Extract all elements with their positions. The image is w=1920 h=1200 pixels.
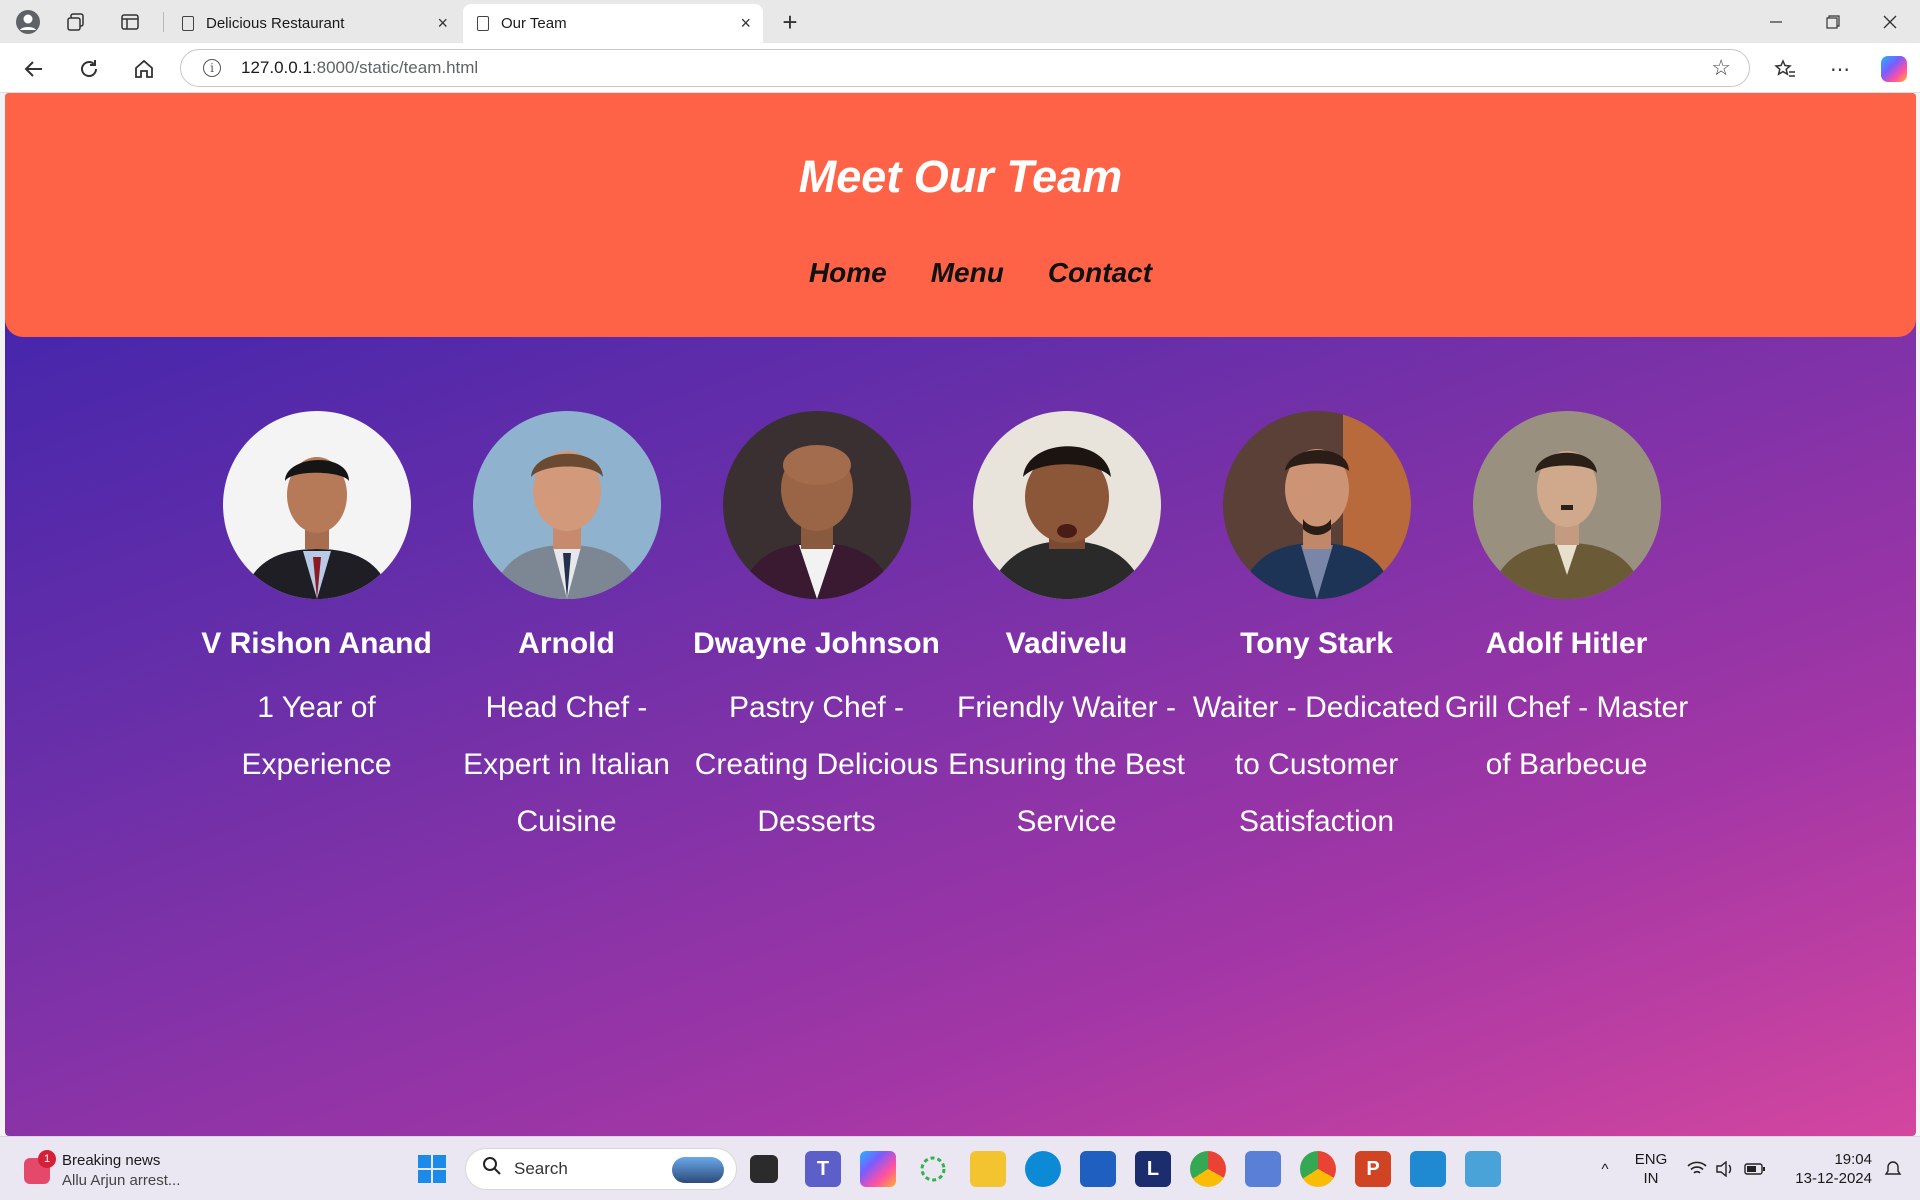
tab-actions-icon[interactable] [110,0,150,43]
tab-label: Our Team [501,15,567,32]
home-icon[interactable] [126,51,162,87]
tab-delicious-restaurant[interactable]: Delicious Restaurant × [168,4,460,43]
notifications-icon[interactable] [1878,1137,1908,1200]
copilot-app-icon[interactable] [860,1151,896,1187]
file-explorer-icon[interactable] [970,1151,1006,1187]
workspaces-icon[interactable] [56,0,96,43]
vscode-icon[interactable] [1410,1151,1446,1187]
page-viewport: Meet Our Team Home Menu Contact V Rishon… [5,93,1916,1136]
favorites-icon[interactable] [1765,51,1805,87]
avatar [222,411,411,599]
avatar [972,411,1161,599]
avatar [472,411,661,599]
loading-app-icon[interactable] [915,1151,951,1187]
news-icon: 1 [24,1150,56,1184]
l-app-icon[interactable]: L [1135,1151,1171,1187]
favorite-star-icon[interactable]: ☆ [1711,55,1731,81]
news-widget[interactable]: 1 Breaking news Allu Arjun arrest... [24,1150,181,1191]
site-header: Meet Our Team Home Menu Contact [5,93,1916,337]
store-icon[interactable] [1080,1151,1116,1187]
page-icon [182,16,194,31]
edge-icon[interactable] [1025,1151,1061,1187]
taskbar-search[interactable]: Search [465,1148,737,1190]
clock[interactable]: 19:04 13-12-2024 [1782,1137,1872,1200]
wifi-icon[interactable] [1684,1137,1710,1200]
new-tab-button[interactable]: + [775,4,805,40]
search-icon [482,1156,502,1182]
team-member-card: Tony Stark Waiter - Dedicated to Custome… [1192,411,1442,850]
powerpoint-icon[interactable]: P [1355,1151,1391,1187]
search-label: Search [514,1159,568,1178]
close-tab-icon[interactable]: × [740,13,751,34]
back-icon[interactable] [16,51,52,87]
minimize-button[interactable] [1748,0,1804,43]
member-name: Vadivelu [1005,627,1128,660]
page-icon [477,16,489,31]
member-name: Adolf Hitler [1485,627,1648,660]
tab-label: Delicious Restaurant [206,15,345,32]
site-info-icon[interactable]: i [203,59,221,77]
member-name: Arnold [518,627,615,660]
member-name: Dwayne Johnson [693,627,940,660]
member-role: Grill Chef - Master of Barbecue [1444,691,1689,781]
nav-link-home[interactable]: Home [809,257,887,289]
member-role: 1 Year of Experience [241,691,392,781]
address-toolbar: i 127.0.0.1:8000/static/team.html ☆ ⋯ [0,43,1920,93]
start-button[interactable] [418,1155,446,1183]
news-text: Breaking news Allu Arjun arrest... [62,1152,181,1189]
arc-app-icon[interactable] [1245,1151,1281,1187]
notepad-icon[interactable] [1465,1151,1501,1187]
avatar [722,411,911,599]
member-name: Tony Stark [1240,627,1393,660]
avatar [1222,411,1411,599]
copilot-icon[interactable] [1874,51,1914,87]
teams-icon[interactable]: T [805,1151,841,1187]
task-view-icon[interactable] [750,1155,778,1183]
browser-tab-bar: Delicious Restaurant × Our Team × + [0,0,1920,43]
taskbar: 1 Breaking news Allu Arjun arrest... Sea… [0,1136,1920,1200]
site-nav: Home Menu Contact [5,257,1916,289]
close-tab-icon[interactable]: × [437,13,448,34]
team-grid: V Rishon Anand 1 Year of Experience Arno… [5,411,1916,850]
nav-link-contact[interactable]: Contact [1048,257,1152,289]
battery-icon[interactable] [1742,1137,1768,1200]
member-role: Head Chef - Expert in Italian Cuisine [463,691,670,838]
show-hidden-icons[interactable]: ^ [1590,1137,1620,1200]
refresh-icon[interactable] [71,51,107,87]
chrome-profile-icon[interactable] [1300,1151,1336,1187]
address-bar[interactable]: i 127.0.0.1:8000/static/team.html ☆ [180,49,1750,87]
team-member-card: Arnold Head Chef - Expert in Italian Cui… [442,411,692,850]
team-member-card: Dwayne Johnson Pastry Chef - Creating De… [692,411,942,850]
chrome-icon[interactable] [1190,1151,1226,1187]
page-title: Meet Our Team [798,151,1123,202]
volume-icon[interactable] [1712,1137,1738,1200]
notification-badge: 1 [38,1150,56,1168]
team-member-card: V Rishon Anand 1 Year of Experience [192,411,442,850]
restore-button[interactable] [1805,0,1861,43]
tab-our-team[interactable]: Our Team × [463,4,763,43]
search-highlight-image [672,1157,724,1183]
close-window-button[interactable] [1862,0,1918,43]
avatar [1472,411,1661,599]
team-member-card: Vadivelu Friendly Waiter - Ensuring the … [942,411,1192,850]
tab-separator [163,12,164,32]
more-options-icon[interactable]: ⋯ [1820,51,1860,87]
url-text: 127.0.0.1:8000/static/team.html [241,58,479,77]
profile-icon[interactable] [8,0,48,43]
nav-link-menu[interactable]: Menu [931,257,1004,289]
team-member-card: Adolf Hitler Grill Chef - Master of Barb… [1442,411,1692,850]
member-name: V Rishon Anand [201,627,432,660]
member-role: Pastry Chef - Creating Delicious Dessert… [694,691,939,838]
member-role: Friendly Waiter - Ensuring the Best Serv… [948,691,1185,838]
member-role: Waiter - Dedicated to Customer Satisfact… [1192,691,1441,838]
language-indicator[interactable]: ENG IN [1630,1137,1672,1200]
